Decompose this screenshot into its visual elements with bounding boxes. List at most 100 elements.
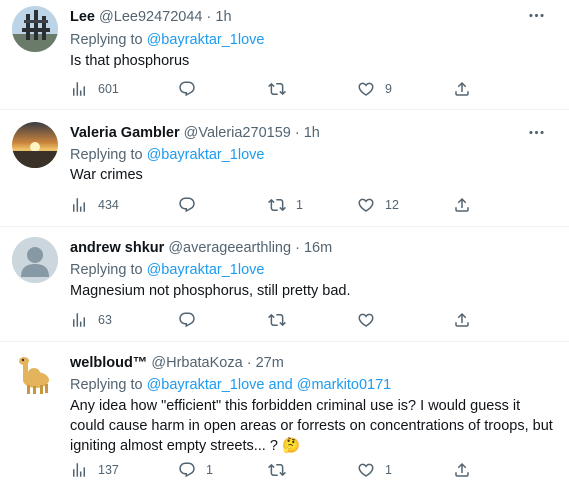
like-count: 12 — [385, 198, 399, 212]
camel-avatar-icon — [12, 352, 58, 398]
tweet[interactable]: Valeria Gambler @Valeria270159 · 1h Repl… — [0, 110, 569, 227]
replying-to: Replying to @bayraktar_1love — [70, 32, 264, 48]
tweet-text: Any idea how "efficient" this forbidden … — [70, 396, 555, 456]
display-name[interactable]: welbloud™ — [70, 355, 147, 371]
reply-button[interactable] — [178, 311, 206, 329]
more-dots-icon — [527, 123, 546, 142]
replying-to-label: Replying to — [70, 147, 143, 163]
avatar-image — [12, 122, 58, 168]
reply-button[interactable] — [178, 196, 206, 214]
share-icon — [453, 196, 471, 214]
timestamp[interactable]: 1h — [304, 125, 320, 141]
tweet-text-line: could cause harm in open areas or forres… — [70, 418, 553, 434]
user-handle[interactable]: @averageearthling — [168, 240, 291, 256]
views-count: 601 — [98, 82, 119, 96]
mention-link[interactable]: @bayraktar_1love — [147, 147, 265, 163]
like-button[interactable] — [357, 311, 385, 329]
user-handle[interactable]: @HrbataKoza — [151, 355, 242, 371]
more-button[interactable] — [525, 4, 547, 26]
avatar[interactable] — [12, 122, 58, 168]
tweet-text-line: igniting almost empty streets... ? 🤔 — [70, 438, 301, 454]
heart-icon — [357, 461, 375, 479]
tweet-text: Magnesium not phosphorus, still pretty b… — [70, 283, 351, 299]
reply-button[interactable] — [178, 80, 206, 98]
like-count: 1 — [385, 463, 392, 477]
views-button[interactable]: 601 — [70, 80, 119, 98]
reply-count: 1 — [206, 463, 213, 477]
separator-dot: · — [295, 240, 300, 256]
action-bar: 601 9 — [70, 80, 490, 100]
more-dots-icon — [527, 6, 546, 25]
avatar-image — [12, 6, 58, 52]
retweet-count: 1 — [296, 198, 303, 212]
share-button[interactable] — [453, 196, 471, 214]
timestamp[interactable]: 1h — [215, 9, 231, 25]
retweet-icon — [268, 461, 286, 479]
like-button[interactable]: 12 — [357, 196, 399, 214]
retweet-button[interactable] — [268, 461, 296, 479]
retweet-icon — [268, 80, 286, 98]
timestamp[interactable]: 27m — [256, 355, 284, 371]
views-count: 63 — [98, 313, 112, 327]
avatar[interactable] — [12, 237, 58, 283]
separator-dot: · — [246, 355, 252, 371]
speech-bubble-icon — [178, 196, 196, 214]
replying-to: Replying to @bayraktar_1love — [70, 147, 264, 163]
bar-chart-icon — [70, 461, 88, 479]
tweet-header: Valeria Gambler @Valeria270159 · 1h — [70, 125, 320, 141]
replying-to-label: Replying to — [70, 32, 143, 48]
mention-link[interactable]: @bayraktar_1love — [147, 32, 265, 48]
avatar[interactable] — [12, 6, 58, 52]
mention-link[interactable]: @bayraktar_1love — [147, 377, 265, 393]
heart-icon — [357, 311, 375, 329]
tweet-header: Lee @Lee92472044 · 1h — [70, 9, 232, 25]
share-icon — [453, 461, 471, 479]
replying-to: Replying to @bayraktar_1love — [70, 262, 264, 278]
views-button[interactable]: 434 — [70, 196, 119, 214]
share-button[interactable] — [453, 80, 471, 98]
replying-to: Replying to @bayraktar_1love and @markit… — [70, 377, 391, 393]
heart-icon — [357, 196, 375, 214]
mention-link[interactable]: @bayraktar_1love — [147, 262, 265, 278]
like-button[interactable]: 9 — [357, 80, 392, 98]
tweet-text: War crimes — [70, 167, 143, 183]
share-button[interactable] — [453, 311, 471, 329]
mention-link-2[interactable]: @markito0171 — [297, 377, 392, 393]
user-handle[interactable]: @Lee92472044 — [99, 9, 202, 25]
display-name[interactable]: Lee — [70, 9, 95, 25]
timestamp[interactable]: 16m — [304, 240, 332, 256]
tweet[interactable]: welbloud™ @HrbataKoza · 27m Replying to … — [0, 342, 569, 499]
views-button[interactable]: 137 — [70, 461, 119, 479]
heart-icon — [357, 80, 375, 98]
mention-and: and — [268, 377, 293, 393]
retweet-icon — [268, 196, 286, 214]
user-handle[interactable]: @Valeria270159 — [184, 125, 291, 141]
tweet-text: Is that phosphorus — [70, 53, 190, 69]
retweet-button[interactable]: 1 — [268, 196, 303, 214]
views-count: 434 — [98, 198, 119, 212]
retweet-button[interactable] — [268, 311, 296, 329]
bar-chart-icon — [70, 196, 88, 214]
separator-dot: · — [206, 9, 212, 25]
replying-to-label: Replying to — [70, 262, 143, 278]
display-name[interactable]: andrew shkur — [70, 240, 164, 256]
speech-bubble-icon — [178, 80, 196, 98]
action-bar: 434 1 12 — [70, 196, 490, 216]
avatar[interactable] — [12, 352, 58, 398]
bar-chart-icon — [70, 80, 88, 98]
tweet[interactable]: Lee @Lee92472044 · 1h Replying to @bayra… — [0, 0, 569, 110]
replying-to-label: Replying to — [70, 377, 143, 393]
tweet[interactable]: andrew shkur @averageearthling · 16m Rep… — [0, 227, 569, 342]
retweet-button[interactable] — [268, 80, 296, 98]
action-bar: 63 — [70, 311, 490, 331]
share-button[interactable] — [453, 461, 471, 479]
reply-button[interactable]: 1 — [178, 461, 213, 479]
like-button[interactable]: 1 — [357, 461, 392, 479]
action-bar: 137 1 1 — [70, 461, 490, 481]
share-icon — [453, 311, 471, 329]
share-icon — [453, 80, 471, 98]
display-name[interactable]: Valeria Gambler — [70, 125, 180, 141]
views-button[interactable]: 63 — [70, 311, 112, 329]
retweet-icon — [268, 311, 286, 329]
more-button[interactable] — [525, 121, 547, 143]
